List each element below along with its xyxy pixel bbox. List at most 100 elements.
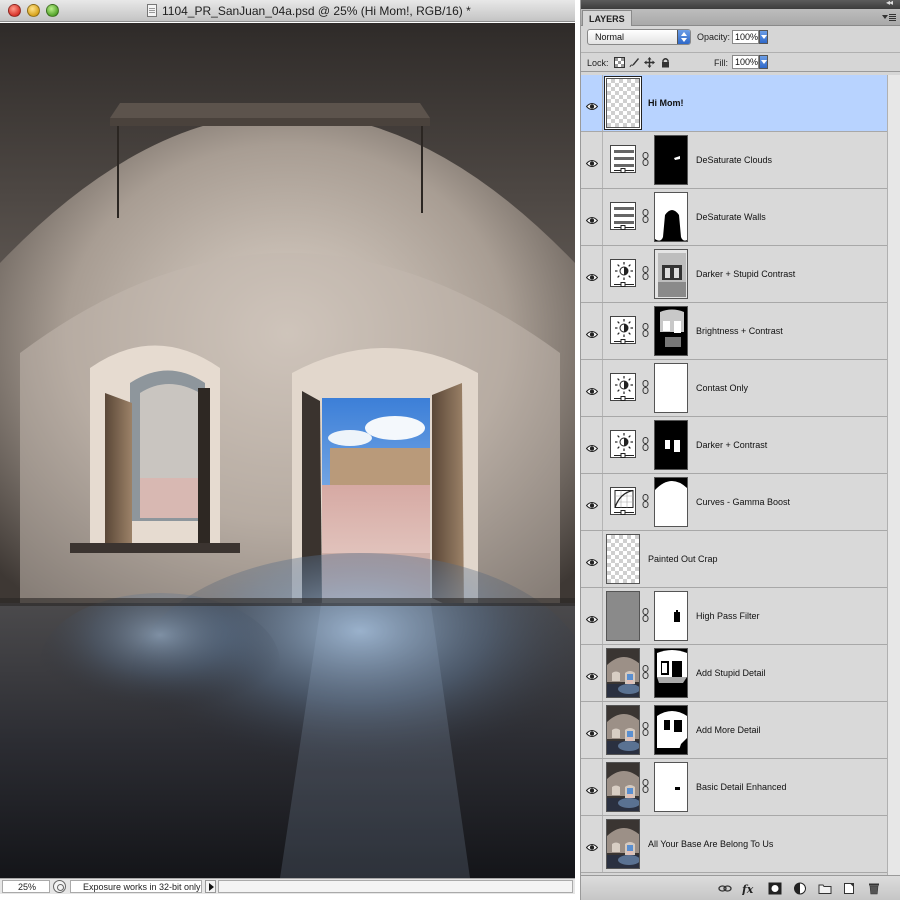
- layer-name[interactable]: Darker + Contrast: [696, 440, 767, 450]
- lock-position-icon[interactable]: [644, 57, 655, 68]
- layer-row-all-your-base-are-belong-to-us[interactable]: All Your Base Are Belong To Us: [581, 816, 887, 873]
- adjustment-thumbnail[interactable]: [606, 420, 640, 470]
- layer-mask-thumbnail[interactable]: [654, 705, 688, 755]
- visibility-toggle[interactable]: [581, 759, 603, 815]
- layer-name[interactable]: Add Stupid Detail: [696, 668, 766, 678]
- layer-row-contast-only[interactable]: Contast Only: [581, 360, 887, 417]
- image-canvas[interactable]: [0, 23, 575, 878]
- layer-row-high-pass-filter[interactable]: High Pass Filter: [581, 588, 887, 645]
- visibility-toggle[interactable]: [581, 189, 603, 245]
- visibility-toggle[interactable]: [581, 645, 603, 701]
- layer-row-darker-contrast[interactable]: Darker + Contrast: [581, 417, 887, 474]
- collapse-panel-icon[interactable]: ◂◂: [886, 0, 893, 7]
- layer-row-brightness-contrast[interactable]: Brightness + Contrast: [581, 303, 887, 360]
- visibility-toggle[interactable]: [581, 303, 603, 359]
- layer-thumbnail[interactable]: [606, 78, 640, 128]
- layer-mask-thumbnail[interactable]: [654, 192, 688, 242]
- link-layers-icon[interactable]: [718, 882, 732, 895]
- layer-name[interactable]: Add More Detail: [696, 725, 761, 735]
- layer-mask-thumbnail[interactable]: [654, 762, 688, 812]
- layer-name[interactable]: Hi Mom!: [648, 98, 684, 108]
- status-menu-arrow-icon[interactable]: [205, 880, 216, 893]
- trash-icon[interactable]: [867, 882, 881, 895]
- status-info-icon[interactable]: [53, 880, 66, 893]
- zoom-level-field[interactable]: 25%: [2, 880, 50, 893]
- chain-link-icon[interactable]: [642, 665, 649, 679]
- layer-name[interactable]: High Pass Filter: [696, 611, 760, 621]
- adjustment-thumbnail[interactable]: [606, 306, 640, 356]
- close-window-button[interactable]: [8, 4, 21, 17]
- layer-name[interactable]: Painted Out Crap: [648, 554, 718, 564]
- layer-mask-thumbnail[interactable]: [654, 363, 688, 413]
- lock-all-icon[interactable]: [660, 57, 671, 68]
- layer-mask-thumbnail[interactable]: [654, 477, 688, 527]
- adjustment-layer-icon[interactable]: [793, 882, 807, 895]
- layer-thumbnail[interactable]: [606, 534, 640, 584]
- layer-name[interactable]: DeSaturate Clouds: [696, 155, 772, 165]
- visibility-toggle[interactable]: [581, 132, 603, 188]
- layers-scrollbar[interactable]: [887, 75, 900, 875]
- lock-transparent-pixels-icon[interactable]: [614, 57, 625, 68]
- layer-row-desaturate-walls[interactable]: DeSaturate Walls: [581, 189, 887, 246]
- minimize-window-button[interactable]: [27, 4, 40, 17]
- layer-name[interactable]: DeSaturate Walls: [696, 212, 766, 222]
- horizontal-scrollbar[interactable]: [218, 880, 573, 893]
- layer-name[interactable]: Contast Only: [696, 383, 748, 393]
- visibility-toggle[interactable]: [581, 474, 603, 530]
- document-titlebar[interactable]: 1104_PR_SanJuan_04a.psd @ 25% (Hi Mom!, …: [0, 0, 575, 22]
- visibility-toggle[interactable]: [581, 360, 603, 416]
- layer-mask-thumbnail[interactable]: [654, 648, 688, 698]
- panel-menu-icon[interactable]: [882, 13, 896, 22]
- layer-thumbnail[interactable]: [606, 762, 640, 812]
- visibility-toggle[interactable]: [581, 417, 603, 473]
- new-group-icon[interactable]: [818, 882, 832, 895]
- layer-row-add-stupid-detail[interactable]: Add Stupid Detail: [581, 645, 887, 702]
- layer-row-desaturate-clouds[interactable]: DeSaturate Clouds: [581, 132, 887, 189]
- visibility-toggle[interactable]: [581, 816, 603, 872]
- chain-link-icon[interactable]: [642, 494, 649, 508]
- chain-link-icon[interactable]: [642, 323, 649, 337]
- layers-list[interactable]: Hi Mom! DeSaturate Clouds DeSaturate Walls…: [581, 75, 887, 875]
- lock-image-pixels-icon[interactable]: [629, 57, 640, 68]
- visibility-toggle[interactable]: [581, 531, 603, 587]
- adjustment-thumbnail[interactable]: [606, 477, 640, 527]
- layer-row-darker-stupid-contrast[interactable]: Darker + Stupid Contrast: [581, 246, 887, 303]
- layer-mask-thumbnail[interactable]: [654, 420, 688, 470]
- layer-row-hi-mom[interactable]: Hi Mom!: [581, 75, 887, 132]
- chain-link-icon[interactable]: [642, 266, 649, 280]
- chain-link-icon[interactable]: [642, 779, 649, 793]
- layer-thumbnail[interactable]: [606, 705, 640, 755]
- chain-link-icon[interactable]: [642, 722, 649, 736]
- visibility-toggle[interactable]: [581, 75, 603, 131]
- layer-thumbnail[interactable]: [606, 819, 640, 869]
- layer-thumbnail[interactable]: [606, 648, 640, 698]
- layer-name[interactable]: All Your Base Are Belong To Us: [648, 839, 773, 849]
- chain-link-icon[interactable]: [642, 380, 649, 394]
- layer-name[interactable]: Basic Detail Enhanced: [696, 782, 787, 792]
- fill-field[interactable]: 100%: [732, 55, 759, 69]
- layer-name[interactable]: Brightness + Contrast: [696, 326, 783, 336]
- adjustment-thumbnail[interactable]: [606, 135, 640, 185]
- layer-mask-thumbnail[interactable]: [654, 135, 688, 185]
- layer-name[interactable]: Darker + Stupid Contrast: [696, 269, 795, 279]
- layer-row-basic-detail-enhanced[interactable]: Basic Detail Enhanced: [581, 759, 887, 816]
- chain-link-icon[interactable]: [642, 152, 649, 166]
- chain-link-icon[interactable]: [642, 209, 649, 223]
- adjustment-thumbnail[interactable]: [606, 363, 640, 413]
- opacity-field[interactable]: 100%: [732, 30, 759, 44]
- new-layer-icon[interactable]: [842, 882, 856, 895]
- fill-dropdown-icon[interactable]: [759, 55, 768, 69]
- opacity-dropdown-icon[interactable]: [759, 30, 768, 44]
- chain-link-icon[interactable]: [642, 437, 649, 451]
- visibility-toggle[interactable]: [581, 588, 603, 644]
- tab-layers[interactable]: LAYERS: [582, 10, 632, 26]
- adjustment-thumbnail[interactable]: [606, 249, 640, 299]
- blend-mode-select[interactable]: Normal: [587, 29, 691, 45]
- layer-mask-thumbnail[interactable]: [654, 591, 688, 641]
- panel-dock-bar[interactable]: ◂◂: [581, 0, 900, 9]
- layer-row-painted-out-crap[interactable]: Painted Out Crap: [581, 531, 887, 588]
- layer-thumbnail[interactable]: [606, 591, 640, 641]
- adjustment-thumbnail[interactable]: [606, 192, 640, 242]
- zoom-window-button[interactable]: [46, 4, 59, 17]
- layer-row-curves-gamma-boost[interactable]: Curves - Gamma Boost: [581, 474, 887, 531]
